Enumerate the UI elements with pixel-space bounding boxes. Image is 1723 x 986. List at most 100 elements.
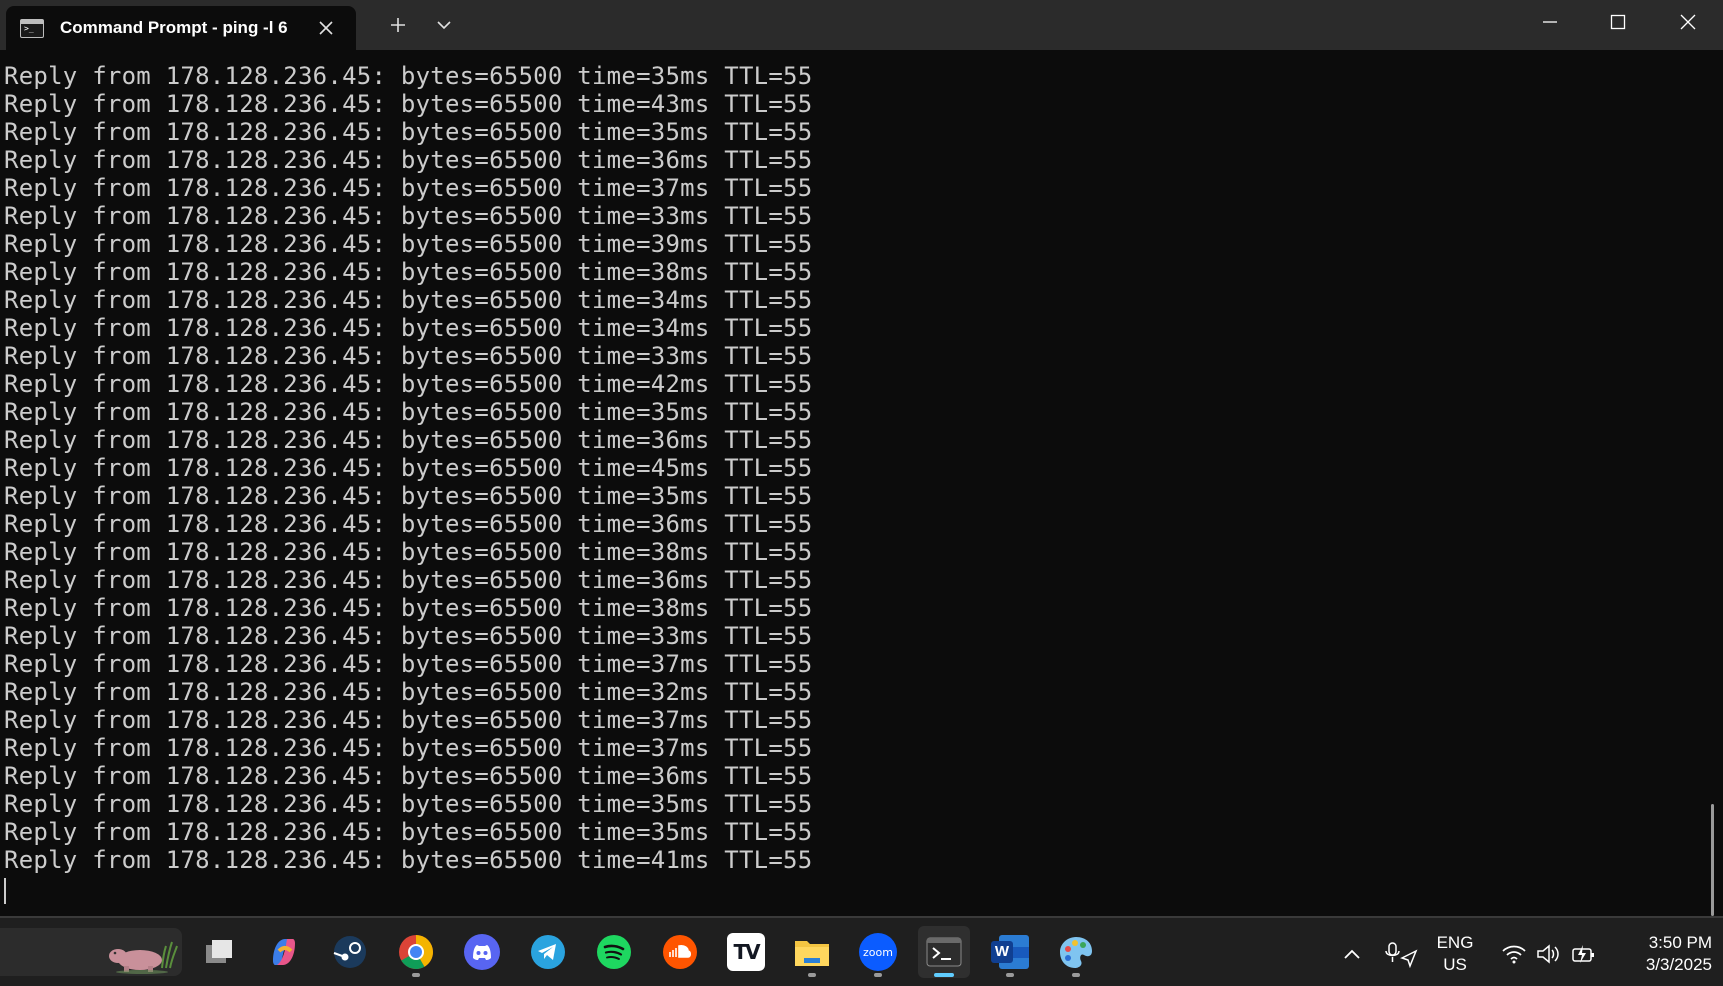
terminal-line: Reply from 178.128.236.45: bytes=65500 t… (4, 118, 813, 146)
tradingview-button[interactable]: TV (720, 926, 772, 978)
terminal-line: Reply from 178.128.236.45: bytes=65500 t… (4, 622, 813, 650)
file-explorer-icon (795, 941, 829, 966)
task-view-button[interactable] (193, 926, 245, 978)
volume-button[interactable] (1535, 940, 1563, 968)
close-tab-button[interactable] (314, 16, 338, 40)
terminal-line: Reply from 178.128.236.45: bytes=65500 t… (4, 370, 813, 398)
spotify-button[interactable] (588, 926, 640, 978)
zoom-icon: zoom (859, 933, 897, 971)
speaker-icon (1537, 944, 1559, 964)
battery-charging-icon (1572, 945, 1594, 963)
terminal-button[interactable] (918, 926, 970, 978)
chrome-icon (399, 935, 433, 969)
word-icon: W (991, 935, 1029, 969)
weather-widget[interactable] (0, 928, 182, 976)
zoom-button[interactable]: zoom (852, 926, 904, 978)
plus-icon (391, 18, 405, 32)
terminal-line: Reply from 178.128.236.45: bytes=65500 t… (4, 538, 813, 566)
hippo-widget-icon (109, 941, 178, 974)
language-label: ENG (1436, 933, 1474, 952)
discord-button[interactable] (456, 926, 508, 978)
terminal-line: Reply from 178.128.236.45: bytes=65500 t… (4, 90, 813, 118)
terminal-line: Reply from 178.128.236.45: bytes=65500 t… (4, 846, 813, 874)
time-label: 3:50 PM (1648, 933, 1712, 952)
running-indicator (808, 973, 816, 977)
terminal-icon (926, 937, 962, 967)
wifi-icon (1502, 945, 1526, 964)
cmd-icon: >_ (20, 18, 44, 38)
terminal-line: Reply from 178.128.236.45: bytes=65500 t… (4, 342, 813, 370)
taskbar: TV zoom W ENG US 3:50 PM 3/3/2025 (0, 918, 1723, 986)
microphone-location-button[interactable] (1384, 940, 1418, 968)
steam-icon (333, 936, 366, 968)
maximize-icon (1610, 14, 1626, 30)
close-icon (1680, 14, 1696, 30)
tab-dropdown-button[interactable] (424, 8, 464, 42)
discord-icon (464, 934, 500, 970)
new-tab-button[interactable] (378, 8, 418, 42)
terminal-line: Reply from 178.128.236.45: bytes=65500 t… (4, 174, 813, 202)
date-label: 3/3/2025 (1645, 955, 1712, 974)
terminal-line: Reply from 178.128.236.45: bytes=65500 t… (4, 678, 813, 706)
running-indicator (1072, 973, 1080, 977)
chevron-up-icon (1344, 949, 1360, 959)
task-view-icon (206, 940, 232, 963)
maximize-button[interactable] (1584, 0, 1652, 44)
show-hidden-icons-button[interactable] (1338, 940, 1366, 968)
tab-title: Command Prompt - ping -l 6 (60, 18, 288, 37)
title-bar: >_ Command Prompt - ping -l 6 (0, 0, 1723, 50)
word-button[interactable]: W (984, 926, 1036, 978)
terminal-line: Reply from 178.128.236.45: bytes=65500 t… (4, 202, 813, 230)
word-letter: W (991, 941, 1013, 963)
terminal-line: Reply from 178.128.236.45: bytes=65500 t… (4, 790, 813, 818)
terminal-line: Reply from 178.128.236.45: bytes=65500 t… (4, 398, 813, 426)
telegram-button[interactable] (522, 926, 574, 978)
tab-command-prompt[interactable]: >_ Command Prompt - ping -l 6 (6, 6, 356, 50)
scrollbar-thumb[interactable] (1711, 804, 1714, 916)
terminal-line: Reply from 178.128.236.45: bytes=65500 t… (4, 258, 813, 286)
tradingview-icon: TV (727, 933, 765, 971)
language-indicator[interactable]: ENG US (1426, 932, 1484, 976)
terminal-line: Reply from 178.128.236.45: bytes=65500 t… (4, 230, 813, 258)
copilot-icon (273, 939, 295, 965)
terminal-line: Reply from 178.128.236.45: bytes=65500 t… (4, 566, 813, 594)
clock[interactable]: 3:50 PM 3/3/2025 (1612, 932, 1712, 976)
soundcloud-icon (663, 935, 697, 969)
steam-button[interactable] (324, 926, 376, 978)
terminal-line: Reply from 178.128.236.45: bytes=65500 t… (4, 706, 813, 734)
terminal-line: Reply from 178.128.236.45: bytes=65500 t… (4, 314, 813, 342)
close-window-button[interactable] (1654, 0, 1722, 44)
battery-button[interactable] (1570, 940, 1598, 968)
telegram-icon (531, 935, 565, 969)
copilot-button[interactable] (258, 926, 310, 978)
terminal-output[interactable]: Reply from 178.128.236.45: bytes=65500 t… (0, 50, 1723, 916)
active-indicator (934, 973, 954, 977)
chrome-button[interactable] (390, 926, 442, 978)
terminal-lines: Reply from 178.128.236.45: bytes=65500 t… (4, 62, 812, 874)
wifi-button[interactable] (1500, 940, 1528, 968)
soundcloud-button[interactable] (654, 926, 706, 978)
terminal-line: Reply from 178.128.236.45: bytes=65500 t… (4, 482, 813, 510)
running-indicator (874, 973, 882, 977)
terminal-line: Reply from 178.128.236.45: bytes=65500 t… (4, 762, 813, 790)
running-indicator (412, 973, 420, 977)
terminal-line: Reply from 178.128.236.45: bytes=65500 t… (4, 286, 813, 314)
paint-button[interactable] (1050, 926, 1102, 978)
terminal-line: Reply from 178.128.236.45: bytes=65500 t… (4, 146, 813, 174)
text-cursor (4, 878, 6, 904)
running-indicator (1006, 973, 1014, 977)
minimize-button[interactable] (1516, 0, 1584, 44)
terminal-line: Reply from 178.128.236.45: bytes=65500 t… (4, 62, 813, 90)
terminal-line: Reply from 178.128.236.45: bytes=65500 t… (4, 426, 813, 454)
region-label: US (1443, 955, 1467, 974)
chevron-down-icon (437, 21, 451, 30)
file-explorer-button[interactable] (786, 926, 838, 978)
microphone-location-icon (1385, 942, 1418, 968)
terminal-line: Reply from 178.128.236.45: bytes=65500 t… (4, 594, 813, 622)
terminal-line: Reply from 178.128.236.45: bytes=65500 t… (4, 510, 813, 538)
terminal-line: Reply from 178.128.236.45: bytes=65500 t… (4, 650, 813, 678)
terminal-line: Reply from 178.128.236.45: bytes=65500 t… (4, 734, 813, 762)
terminal-line: Reply from 178.128.236.45: bytes=65500 t… (4, 818, 813, 846)
paint-icon (1060, 937, 1092, 968)
minimize-icon (1543, 21, 1557, 23)
